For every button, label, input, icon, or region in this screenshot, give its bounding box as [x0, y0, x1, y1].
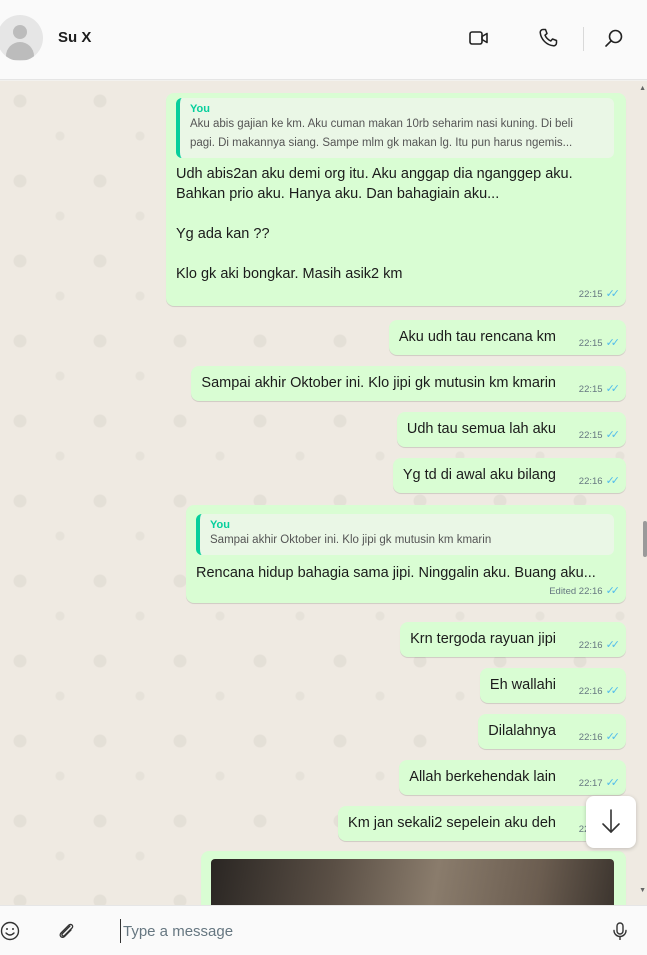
read-receipt-icon: ✓✓	[605, 337, 621, 349]
quote-author: You	[190, 103, 210, 115]
message-bubble[interactable]: Allah berkehendak lain 22:17 ✓✓	[399, 760, 626, 795]
image-message-bubble[interactable]	[201, 851, 626, 905]
scrollbar-thumb[interactable]	[643, 521, 647, 557]
message-meta: 22:15 ✓✓	[578, 336, 621, 349]
message-bubble[interactable]: You Aku abis gajian ke km. Aku cuman mak…	[166, 93, 626, 306]
message-bubble[interactable]: Krn tergoda rayuan jipi 22:16 ✓✓	[400, 622, 626, 657]
read-receipt-icon: ✓✓	[605, 383, 621, 395]
scroll-down-arrow-icon[interactable]: ▼	[639, 887, 646, 894]
message-time: 22:16	[578, 640, 603, 651]
message-time: 22:16	[578, 732, 603, 743]
message-time: 22:16	[578, 476, 603, 487]
message-time: 22:15	[578, 430, 603, 441]
read-receipt-icon: ✓✓	[605, 777, 621, 789]
message-bubble[interactable]: Yg td di awal aku bilang 22:16 ✓✓	[392, 458, 626, 493]
message-line: Udh abis2an aku demi org itu. Aku anggap…	[176, 166, 573, 182]
message-time: 22:17	[578, 778, 603, 789]
message-time: 22:15	[578, 338, 603, 349]
message-time: 22:16	[578, 686, 603, 697]
quoted-message[interactable]: You Sampai akhir Oktober ini. Klo jipi g…	[196, 514, 614, 555]
message-meta: 22:15 ✓✓	[578, 287, 621, 300]
message-meta: 22:16 ✓✓	[578, 684, 621, 697]
emoji-icon[interactable]	[0, 920, 21, 942]
message-input[interactable]	[120, 919, 590, 943]
avatar[interactable]	[0, 15, 43, 61]
message-meta: 22:15 ✓✓	[578, 382, 621, 395]
image-thumbnail[interactable]	[211, 859, 614, 905]
message-meta: 22:15 ✓✓	[578, 428, 621, 441]
message-bubble[interactable]: Km jan sekali2 sepelein aku deh 22:17✓✓	[338, 806, 626, 841]
message-bubble[interactable]: Aku udh tau rencana km 22:15 ✓✓	[388, 320, 626, 355]
read-receipt-icon: ✓✓	[605, 731, 621, 743]
message-bubble[interactable]: Udh tau semua lah aku 22:15 ✓✓	[396, 412, 626, 447]
read-receipt-icon: ✓✓	[605, 429, 621, 441]
message-bubble[interactable]: Sampai akhir Oktober ini. Klo jipi gk mu…	[191, 366, 626, 401]
message-meta: 22:16 ✓✓	[578, 730, 621, 743]
read-receipt-icon: ✓✓	[605, 685, 621, 697]
phone-icon[interactable]	[536, 26, 560, 50]
read-receipt-icon: ✓✓	[605, 288, 621, 300]
message-bubble[interactable]: Dilalahnya 22:16 ✓✓	[478, 714, 626, 749]
microphone-icon[interactable]	[609, 920, 631, 942]
read-receipt-icon: ✓✓	[605, 585, 621, 597]
message-line: Bahkan prio aku. Hanya aku. Dan bahagiai…	[176, 186, 500, 202]
avatar-body	[6, 42, 34, 60]
message-meta: 22:16 ✓✓	[578, 474, 621, 487]
message-text: Udh abis2an aku demi org itu. Aku anggap…	[166, 158, 626, 306]
message-composer	[0, 905, 647, 955]
chat-area[interactable]: You Aku abis gajian ke km. Aku cuman mak…	[0, 81, 647, 905]
edited-label: Edited	[549, 586, 577, 597]
read-receipt-icon: ✓✓	[605, 475, 621, 487]
contact-name[interactable]: Su X	[58, 29, 91, 46]
quote-text-line: pagi. Di makannya siang. Sampe mlm gk ma…	[190, 137, 573, 149]
message-time: 22:16	[578, 586, 603, 597]
message-bubble[interactable]: You Sampai akhir Oktober ini. Klo jipi g…	[186, 505, 626, 603]
message-line: Klo gk aki bongkar. Masih asik2 km	[176, 266, 403, 282]
message-meta: Edited 22:16 ✓✓	[549, 584, 621, 597]
quote-text-line: Aku abis gajian ke km. Aku cuman makan 1…	[190, 118, 573, 130]
message-line: Yg ada kan ??	[176, 226, 270, 242]
message-text: Sampai akhir Oktober ini. Klo jipi gk mu…	[201, 375, 556, 391]
avatar-head	[13, 25, 27, 39]
message-meta: 22:17✓✓	[578, 776, 621, 789]
read-receipt-icon: ✓✓	[605, 639, 621, 651]
video-call-icon[interactable]	[467, 26, 491, 50]
paperclip-icon[interactable]	[55, 920, 77, 942]
scroll-to-bottom-button[interactable]	[586, 796, 636, 848]
message-time: 22:15	[578, 384, 603, 395]
quote-author: You	[210, 519, 230, 531]
message-time: 22:15	[578, 289, 603, 300]
arrow-down-icon	[602, 809, 620, 833]
quoted-message[interactable]: You Aku abis gajian ke km. Aku cuman mak…	[176, 98, 614, 158]
chat-header: Su X	[0, 0, 647, 80]
chat-scrollbar[interactable]: ▲ ▼	[639, 81, 647, 905]
quote-text: Sampai akhir Oktober ini. Klo jipi gk mu…	[210, 534, 492, 546]
scroll-up-icon[interactable]: ▲	[639, 85, 646, 92]
header-divider	[583, 27, 584, 51]
message-meta: 22:16 ✓✓	[578, 638, 621, 651]
search-icon[interactable]	[602, 26, 626, 50]
message-bubble[interactable]: Eh wallahi 22:16 ✓✓	[479, 668, 626, 703]
